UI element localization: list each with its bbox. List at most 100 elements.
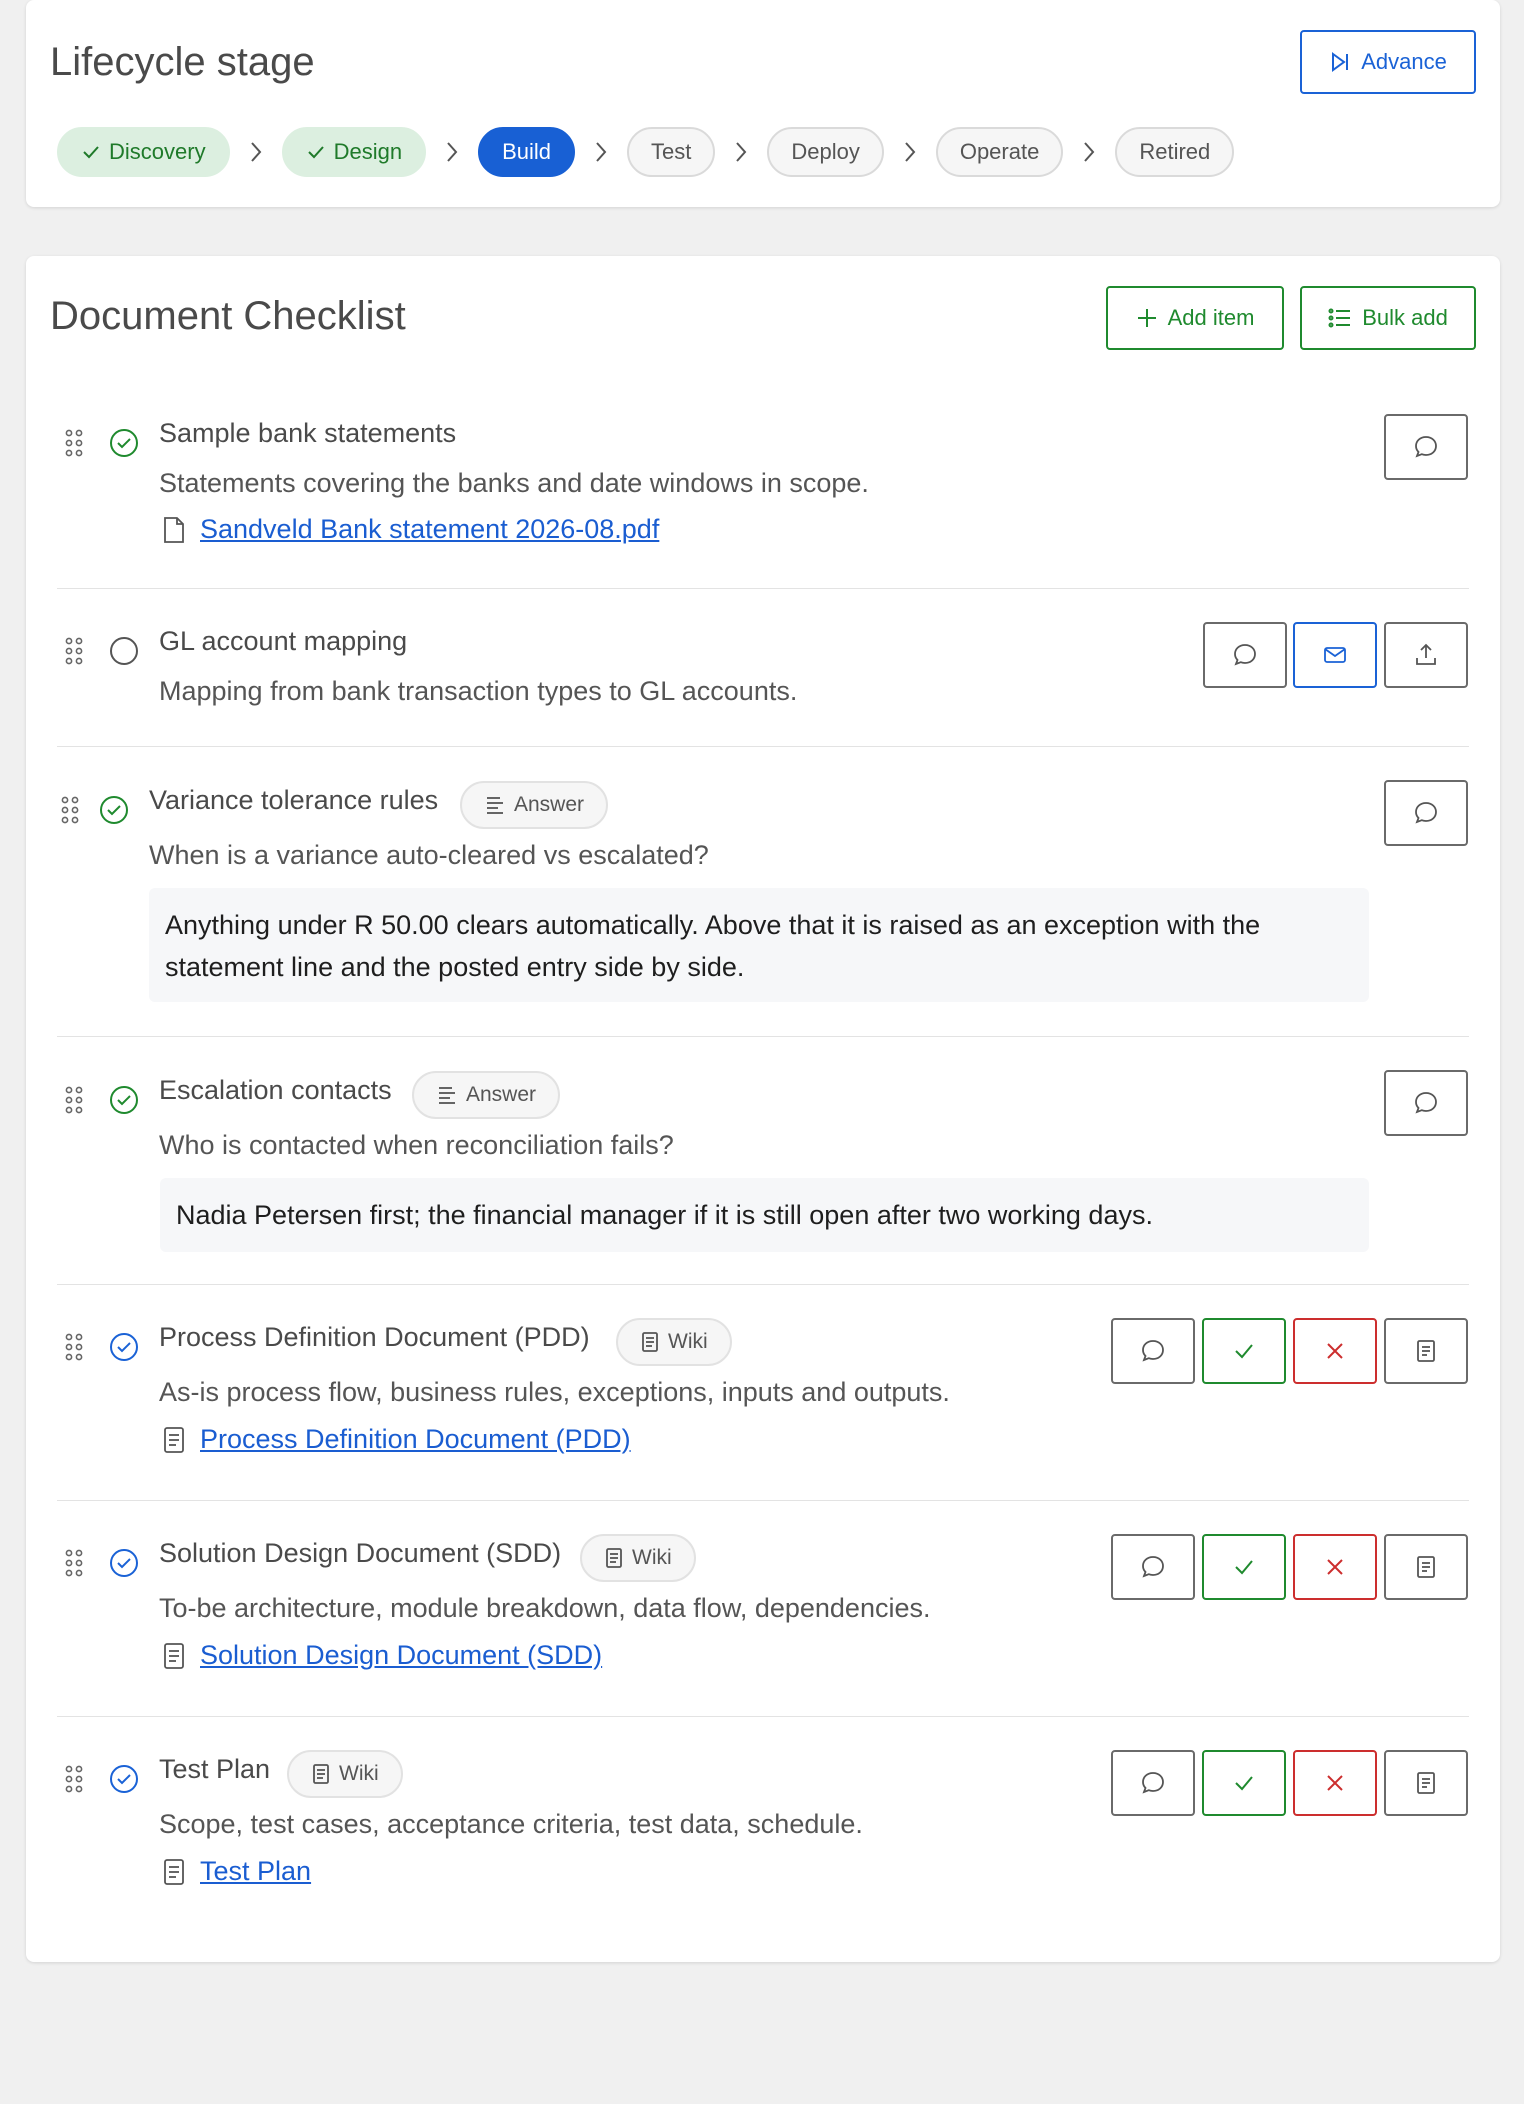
- answer-text: Anything under R 50.00 clears automatica…: [149, 888, 1369, 1002]
- bulk-add-label: Bulk add: [1362, 305, 1448, 330]
- wiki-icon: [1417, 1772, 1435, 1794]
- item-title: Variance tolerance rules: [149, 785, 439, 815]
- wiki-link[interactable]: Test Plan: [162, 1856, 311, 1887]
- reject-button[interactable]: [1293, 1750, 1377, 1816]
- chevron-right-icon: [884, 140, 936, 164]
- check-icon: [307, 146, 324, 159]
- reject-icon: [1327, 1775, 1343, 1791]
- wiki-link[interactable]: Solution Design Document (SDD): [162, 1640, 602, 1671]
- wiki-tag: Wiki: [616, 1318, 732, 1366]
- bulk-add-button[interactable]: Bulk add: [1300, 286, 1476, 350]
- stage-label: Deploy: [791, 139, 860, 164]
- answer-tag: Answer: [460, 781, 609, 829]
- list-icon: [1328, 308, 1351, 328]
- comment-button[interactable]: [1384, 414, 1468, 480]
- reject-button[interactable]: [1293, 1534, 1377, 1600]
- stage-stepper: Discovery Design Build Test Deploy Opera…: [57, 127, 1235, 177]
- drag-handle-icon[interactable]: [65, 1086, 83, 1114]
- comment-icon: [1415, 436, 1437, 458]
- stage-test[interactable]: Test: [626, 127, 716, 177]
- open-wiki-button[interactable]: [1384, 1318, 1468, 1384]
- reject-icon: [1327, 1559, 1343, 1575]
- chevron-right-icon: [1063, 140, 1115, 164]
- stage-deploy[interactable]: Deploy: [767, 127, 884, 177]
- reject-button[interactable]: [1293, 1318, 1377, 1384]
- upload-button[interactable]: [1384, 622, 1468, 688]
- comment-button[interactable]: [1384, 780, 1468, 846]
- divider: [57, 1284, 1469, 1285]
- item-title: GL account mapping: [159, 626, 408, 656]
- drag-handle-icon[interactable]: [65, 1549, 83, 1577]
- advance-button[interactable]: Advance: [1300, 30, 1476, 94]
- approve-icon: [1235, 1776, 1253, 1791]
- approve-button[interactable]: [1202, 1750, 1286, 1816]
- comment-button[interactable]: [1111, 1750, 1195, 1816]
- stage-retired[interactable]: Retired: [1115, 127, 1235, 177]
- add-item-button[interactable]: Add item: [1106, 286, 1284, 350]
- document-icon: [164, 1426, 184, 1453]
- drag-handle-icon[interactable]: [65, 1333, 83, 1361]
- check-icon: [83, 146, 99, 159]
- stage-design[interactable]: Design: [281, 127, 427, 177]
- divider: [57, 1036, 1469, 1037]
- mail-icon: [1324, 647, 1346, 663]
- approve-button[interactable]: [1202, 1534, 1286, 1600]
- check-circle-icon[interactable]: [99, 795, 129, 825]
- comment-icon: [1142, 1340, 1164, 1362]
- divider: [57, 588, 1469, 589]
- stage-build[interactable]: Build: [478, 127, 575, 177]
- comment-button[interactable]: [1111, 1534, 1195, 1600]
- item-title: Escalation contacts: [159, 1075, 392, 1105]
- request-email-button[interactable]: [1293, 622, 1377, 688]
- checklist-title: Document Checklist: [50, 294, 406, 338]
- attachment-name[interactable]: Sandveld Bank statement 2026-08.pdf: [200, 514, 659, 545]
- submitted-check-icon[interactable]: [109, 1548, 139, 1578]
- comment-button[interactable]: [1111, 1318, 1195, 1384]
- wiki-tag: Wiki: [580, 1534, 696, 1582]
- empty-circle-icon[interactable]: [109, 636, 139, 666]
- drag-handle-icon[interactable]: [65, 429, 83, 457]
- item-description: Scope, test cases, acceptance criteria, …: [159, 1809, 863, 1839]
- check-circle-icon[interactable]: [109, 428, 139, 458]
- tag-label: Answer: [466, 1083, 537, 1106]
- wiki-link[interactable]: Process Definition Document (PDD): [162, 1424, 631, 1455]
- drag-handle-icon[interactable]: [65, 637, 83, 665]
- tag-label: Wiki: [632, 1546, 672, 1569]
- approve-icon: [1235, 1344, 1253, 1359]
- tag-label: Wiki: [668, 1330, 708, 1353]
- upload-icon: [1416, 643, 1436, 665]
- wiki-tag: Wiki: [287, 1750, 403, 1798]
- stage-label: Design: [333, 139, 403, 164]
- document-icon: [313, 1764, 329, 1784]
- stage-label: Operate: [959, 139, 1040, 164]
- item-title: Test Plan: [159, 1754, 271, 1784]
- advance-label: Advance: [1361, 49, 1447, 74]
- open-wiki-button[interactable]: [1384, 1534, 1468, 1600]
- lifecycle-card: Lifecycle stage Advance Discovery Design…: [26, 0, 1500, 207]
- wiki-link-text[interactable]: Process Definition Document (PDD): [200, 1424, 631, 1455]
- stage-discovery[interactable]: Discovery: [57, 127, 230, 177]
- item-description: Statements covering the banks and date w…: [159, 468, 869, 498]
- chevron-right-icon: [230, 140, 282, 164]
- comment-icon: [1142, 1556, 1164, 1578]
- document-icon: [164, 1642, 184, 1669]
- attachment-link[interactable]: Sandveld Bank statement 2026-08.pdf: [162, 514, 659, 545]
- wiki-link-text[interactable]: Solution Design Document (SDD): [200, 1640, 602, 1671]
- approve-button[interactable]: [1202, 1318, 1286, 1384]
- comment-button[interactable]: [1203, 622, 1287, 688]
- divider: [57, 1716, 1469, 1717]
- chevron-right-icon: [575, 140, 627, 164]
- wiki-link-text[interactable]: Test Plan: [200, 1856, 311, 1887]
- lifecycle-title: Lifecycle stage: [50, 40, 315, 84]
- submitted-check-icon[interactable]: [109, 1332, 139, 1362]
- open-wiki-button[interactable]: [1384, 1750, 1468, 1816]
- submitted-check-icon[interactable]: [109, 1764, 139, 1794]
- comment-button[interactable]: [1384, 1070, 1468, 1136]
- chevron-right-icon: [715, 140, 767, 164]
- stage-operate[interactable]: Operate: [935, 127, 1064, 177]
- check-circle-icon[interactable]: [109, 1085, 139, 1115]
- drag-handle-icon[interactable]: [61, 796, 79, 824]
- item-description: Mapping from bank transaction types to G…: [159, 676, 798, 706]
- stage-label: Retired: [1139, 139, 1211, 164]
- drag-handle-icon[interactable]: [65, 1765, 83, 1793]
